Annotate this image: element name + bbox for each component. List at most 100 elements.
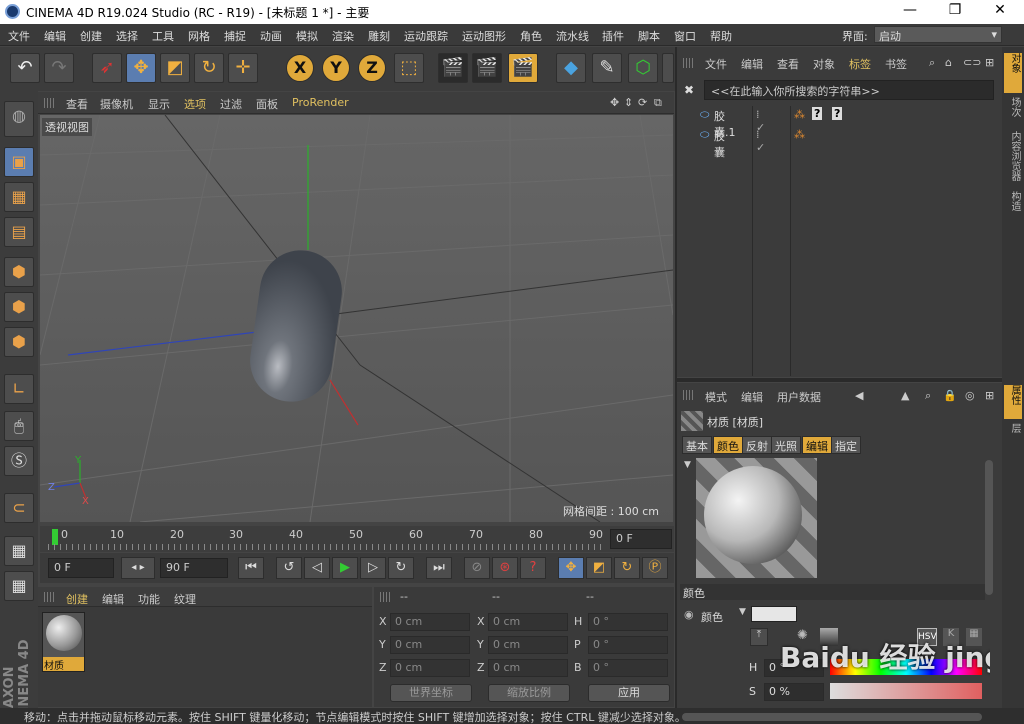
attribute-horizontal-scrollbar[interactable] [682,713,982,721]
polygons-mode-icon[interactable]: ⬢ [4,327,34,357]
render-view-icon[interactable]: 🎬 [438,53,468,83]
record-disabled-icon[interactable]: ⊘ [464,557,490,579]
previous-keyframe-icon[interactable]: ↺ [276,557,302,579]
home-icon[interactable]: ⌂ [945,56,952,69]
eyedropper-icon[interactable]: ⤒ [750,628,768,646]
color-section-header[interactable]: 颜色 [680,584,985,600]
obj-menu-tags[interactable]: 标签 [849,56,871,72]
viewport-nav-zoom-icon[interactable]: ⇕ [624,96,633,109]
key-scale-icon[interactable]: ◩ [586,557,612,579]
color-expand-arrow-icon[interactable]: ▼ [739,607,746,617]
viewport-menu-options[interactable]: 选项 [184,96,206,112]
new-panel-icon[interactable]: ⊞ [985,56,994,69]
snap-icon[interactable]: ⊂ [4,493,34,523]
menu-help[interactable]: 帮助 [710,28,732,44]
size-x-field[interactable]: 0 cm [488,613,568,631]
coordinate-system-icon[interactable]: ⬚ [394,53,424,83]
tab-reflectance[interactable]: 反射 [742,436,772,454]
material-menu-create[interactable]: 创建 [66,591,88,607]
search-icon[interactable]: ⌕ [929,56,935,70]
make-editable-icon[interactable]: ◍ [4,101,34,137]
search-icon[interactable]: ⌕ [925,389,931,403]
playhead[interactable] [52,529,58,545]
side-tab-attributes[interactable]: 属性 [1004,385,1022,419]
deformer-icon[interactable] [662,53,674,83]
material-preview[interactable] [696,458,817,578]
up-arrow-icon[interactable]: ▲ [901,389,909,402]
world-coordinates-select[interactable]: 世界坐标 [390,684,472,702]
minimize-icon[interactable]: — [890,2,930,22]
menu-sculpt[interactable]: 雕刻 [368,28,390,44]
menu-pipeline[interactable]: 流水线 [556,28,589,44]
object-search-input[interactable]: <<在此输入你所搜索的字符串>> [704,80,994,100]
viewport-menu-view[interactable]: 查看 [66,96,88,112]
start-frame-field[interactable]: 0 F [48,558,114,578]
next-keyframe-icon[interactable]: ↻ [388,557,414,579]
viewport-nav-move-icon[interactable]: ✥ [610,96,619,109]
collapse-arrow-icon[interactable]: ▼ [684,460,691,470]
apply-button[interactable]: 应用 [588,684,670,702]
workplane-icon[interactable]: ▦ [4,536,34,566]
menu-create[interactable]: 创建 [80,28,102,44]
undo-icon[interactable]: ↶ [10,53,40,83]
menu-plugins[interactable]: 插件 [602,28,624,44]
close-icon[interactable]: ✕ [980,2,1020,22]
key-parameter-icon[interactable]: Ⓟ [642,557,668,579]
menu-edit[interactable]: 编辑 [44,28,66,44]
scale-tool-icon[interactable]: ◩ [160,53,190,83]
menu-tools[interactable]: 工具 [152,28,174,44]
attr-menu-mode[interactable]: 模式 [705,389,727,405]
points-mode-icon[interactable]: ⬢ [4,257,34,287]
go-to-start-icon[interactable]: ⏮ [238,557,264,579]
texture-mode-icon[interactable]: ▦ [4,182,34,212]
position-z-field[interactable]: 0 cm [390,659,470,677]
panel-divider[interactable] [677,378,1002,382]
side-tab-content-browser[interactable]: 内容浏览器 [1004,131,1022,187]
position-x-field[interactable]: 0 cm [390,613,470,631]
target-icon[interactable]: ◎ [965,389,975,402]
frame-step-arrows[interactable]: ◂ ▸ [121,557,155,579]
next-frame-icon[interactable]: ▷ [360,557,386,579]
end-frame-field[interactable]: 90 F [160,558,228,578]
viewport-maximize-icon[interactable]: ⧉ [654,96,662,110]
obj-menu-file[interactable]: 文件 [705,56,727,72]
tab-editor[interactable]: 编辑 [802,436,832,454]
go-to-end-icon[interactable]: ⏭ [426,557,452,579]
cube-primitive-icon[interactable]: ◆ [556,53,586,83]
size-y-field[interactable]: 0 cm [488,636,568,654]
side-tab-layers[interactable]: 层 [1004,423,1022,443]
rotation-b-field[interactable]: 0 ° [588,659,668,677]
model-mode-icon[interactable]: ▣ [4,147,34,177]
redo-icon[interactable]: ↷ [44,53,74,83]
link-icon[interactable]: ⊂⊃ [963,56,981,69]
tweak-mode-icon[interactable]: 🖱 [4,411,34,441]
play-icon[interactable]: ▶ [332,557,358,579]
attr-menu-edit[interactable]: 编辑 [741,389,763,405]
previous-frame-icon[interactable]: ◁ [304,557,330,579]
viewport-menu-panel[interactable]: 面板 [256,96,278,112]
timeline-ruler[interactable]: 0 10 20 30 40 50 60 70 80 90 0 F [40,526,674,552]
size-z-field[interactable]: 0 cm [488,659,568,677]
y-axis-lock-button[interactable]: Y [322,54,350,82]
obj-menu-view[interactable]: 查看 [777,56,799,72]
viewport-nav-rotate-icon[interactable]: ⟳ [638,96,647,109]
key-rotation-icon[interactable]: ↻ [614,557,640,579]
generator-icon[interactable]: ⬡ [628,53,658,83]
move-tool-icon[interactable]: ✥ [126,53,156,83]
render-to-picture-viewer-icon[interactable]: 🎬 [472,53,502,83]
perspective-viewport[interactable]: Y Z X [40,115,673,522]
key-position-icon[interactable]: ✥ [558,557,584,579]
autokey-icon[interactable]: ? [520,557,546,579]
back-arrow-icon[interactable]: ◀ [855,389,863,402]
radio-icon[interactable]: ◉ [684,608,694,621]
viewport-menu-camera[interactable]: 摄像机 [100,96,133,112]
menu-snap[interactable]: 捕捉 [224,28,246,44]
maximize-icon[interactable]: ❐ [935,2,975,22]
material-menu-edit[interactable]: 编辑 [102,591,124,607]
tab-color[interactable]: 颜色 [713,436,743,454]
axis-mode-icon[interactable]: ∟ [4,374,34,404]
menu-window[interactable]: 窗口 [674,28,696,44]
tab-basic[interactable]: 基本 [682,436,712,454]
z-axis-lock-button[interactable]: Z [358,54,386,82]
menu-simulate[interactable]: 模拟 [296,28,318,44]
